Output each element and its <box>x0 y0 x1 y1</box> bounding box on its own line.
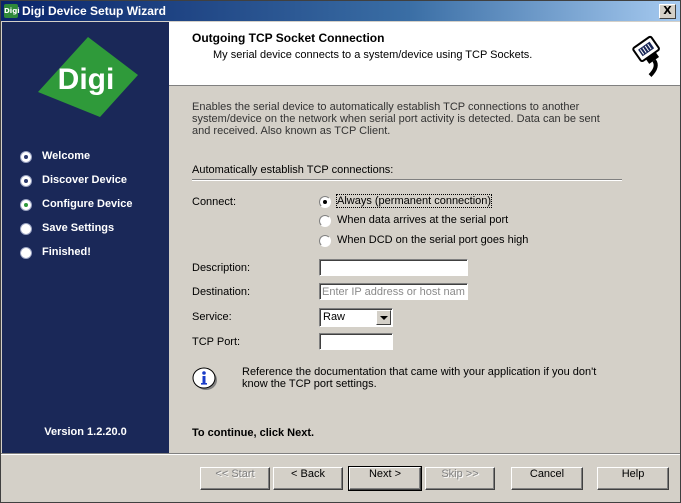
section-divider <box>192 179 622 181</box>
description-label: Description: <box>192 262 251 274</box>
destination-input[interactable] <box>319 283 468 300</box>
radio-label[interactable]: When DCD on the serial port goes high <box>337 234 528 246</box>
wizard-sidebar: Digi Welcome Discover Device Configure D… <box>2 22 169 453</box>
cancel-button[interactable]: Cancel <box>511 467 583 490</box>
step-pending-icon <box>20 247 32 259</box>
page-title: Outgoing TCP Socket Connection <box>192 31 385 45</box>
service-select[interactable]: Raw <box>319 308 393 327</box>
info-icon <box>192 367 217 390</box>
skip-button[interactable]: Skip >> <box>425 467 495 490</box>
wizard-window: Digi Digi Device Setup Wizard X Digi Wel… <box>0 0 681 503</box>
tcp-port-input[interactable] <box>319 333 393 350</box>
back-button[interactable]: < Back <box>273 467 343 490</box>
tcp-port-label: TCP Port: <box>192 336 241 348</box>
help-button[interactable]: Help <box>597 467 669 490</box>
svg-text:Digi: Digi <box>58 63 115 96</box>
info-text: Reference the documentation that came wi… <box>242 366 597 390</box>
page-content: Enables the serial device to automatical… <box>169 86 680 453</box>
continue-instruction: To continue, click Next. <box>192 427 315 439</box>
version-label: Version 1.2.20.0 <box>44 426 127 438</box>
radio-button[interactable] <box>319 235 331 247</box>
step-done-icon <box>20 151 32 163</box>
footer-divider <box>1 453 680 455</box>
radio-button[interactable] <box>319 215 331 227</box>
radio-button[interactable] <box>319 196 331 208</box>
close-button[interactable]: X <box>659 4 676 19</box>
intro-text: Enables the serial device to automatical… <box>192 101 600 137</box>
description-input[interactable] <box>319 259 468 276</box>
title-bar[interactable]: Digi Digi Device Setup Wizard X <box>1 1 680 21</box>
service-label: Service: <box>192 311 232 323</box>
page-subtitle: My serial device connects to a system/de… <box>213 49 533 61</box>
step-active-icon <box>20 199 32 211</box>
step-label: Discover Device <box>42 174 127 186</box>
section-label: Automatically establish TCP connections: <box>192 164 394 176</box>
step-label: Welcome <box>42 150 91 162</box>
window-title: Digi Device Setup Wizard <box>22 4 166 18</box>
step-label: Save Settings <box>42 222 115 234</box>
step-label: Configure Device <box>42 198 133 210</box>
radio-label[interactable]: Always (permanent connection) <box>335 194 493 208</box>
digi-app-icon: Digi <box>4 4 20 18</box>
next-button[interactable]: Next > <box>348 466 422 491</box>
step-done-icon <box>20 175 32 187</box>
step-pending-icon <box>20 223 32 235</box>
chevron-down-icon[interactable] <box>376 310 391 325</box>
destination-label: Destination: <box>192 286 251 298</box>
start-button[interactable]: << Start <box>200 467 270 490</box>
service-selected-value: Raw <box>323 311 346 323</box>
radio-label[interactable]: When data arrives at the serial port <box>337 214 508 226</box>
connect-label: Connect: <box>192 196 237 208</box>
step-label: Finished! <box>42 246 91 258</box>
digi-logo: Digi <box>38 37 138 117</box>
network-plug-icon <box>622 27 672 77</box>
page-header: Outgoing TCP Socket Connection My serial… <box>169 22 680 86</box>
